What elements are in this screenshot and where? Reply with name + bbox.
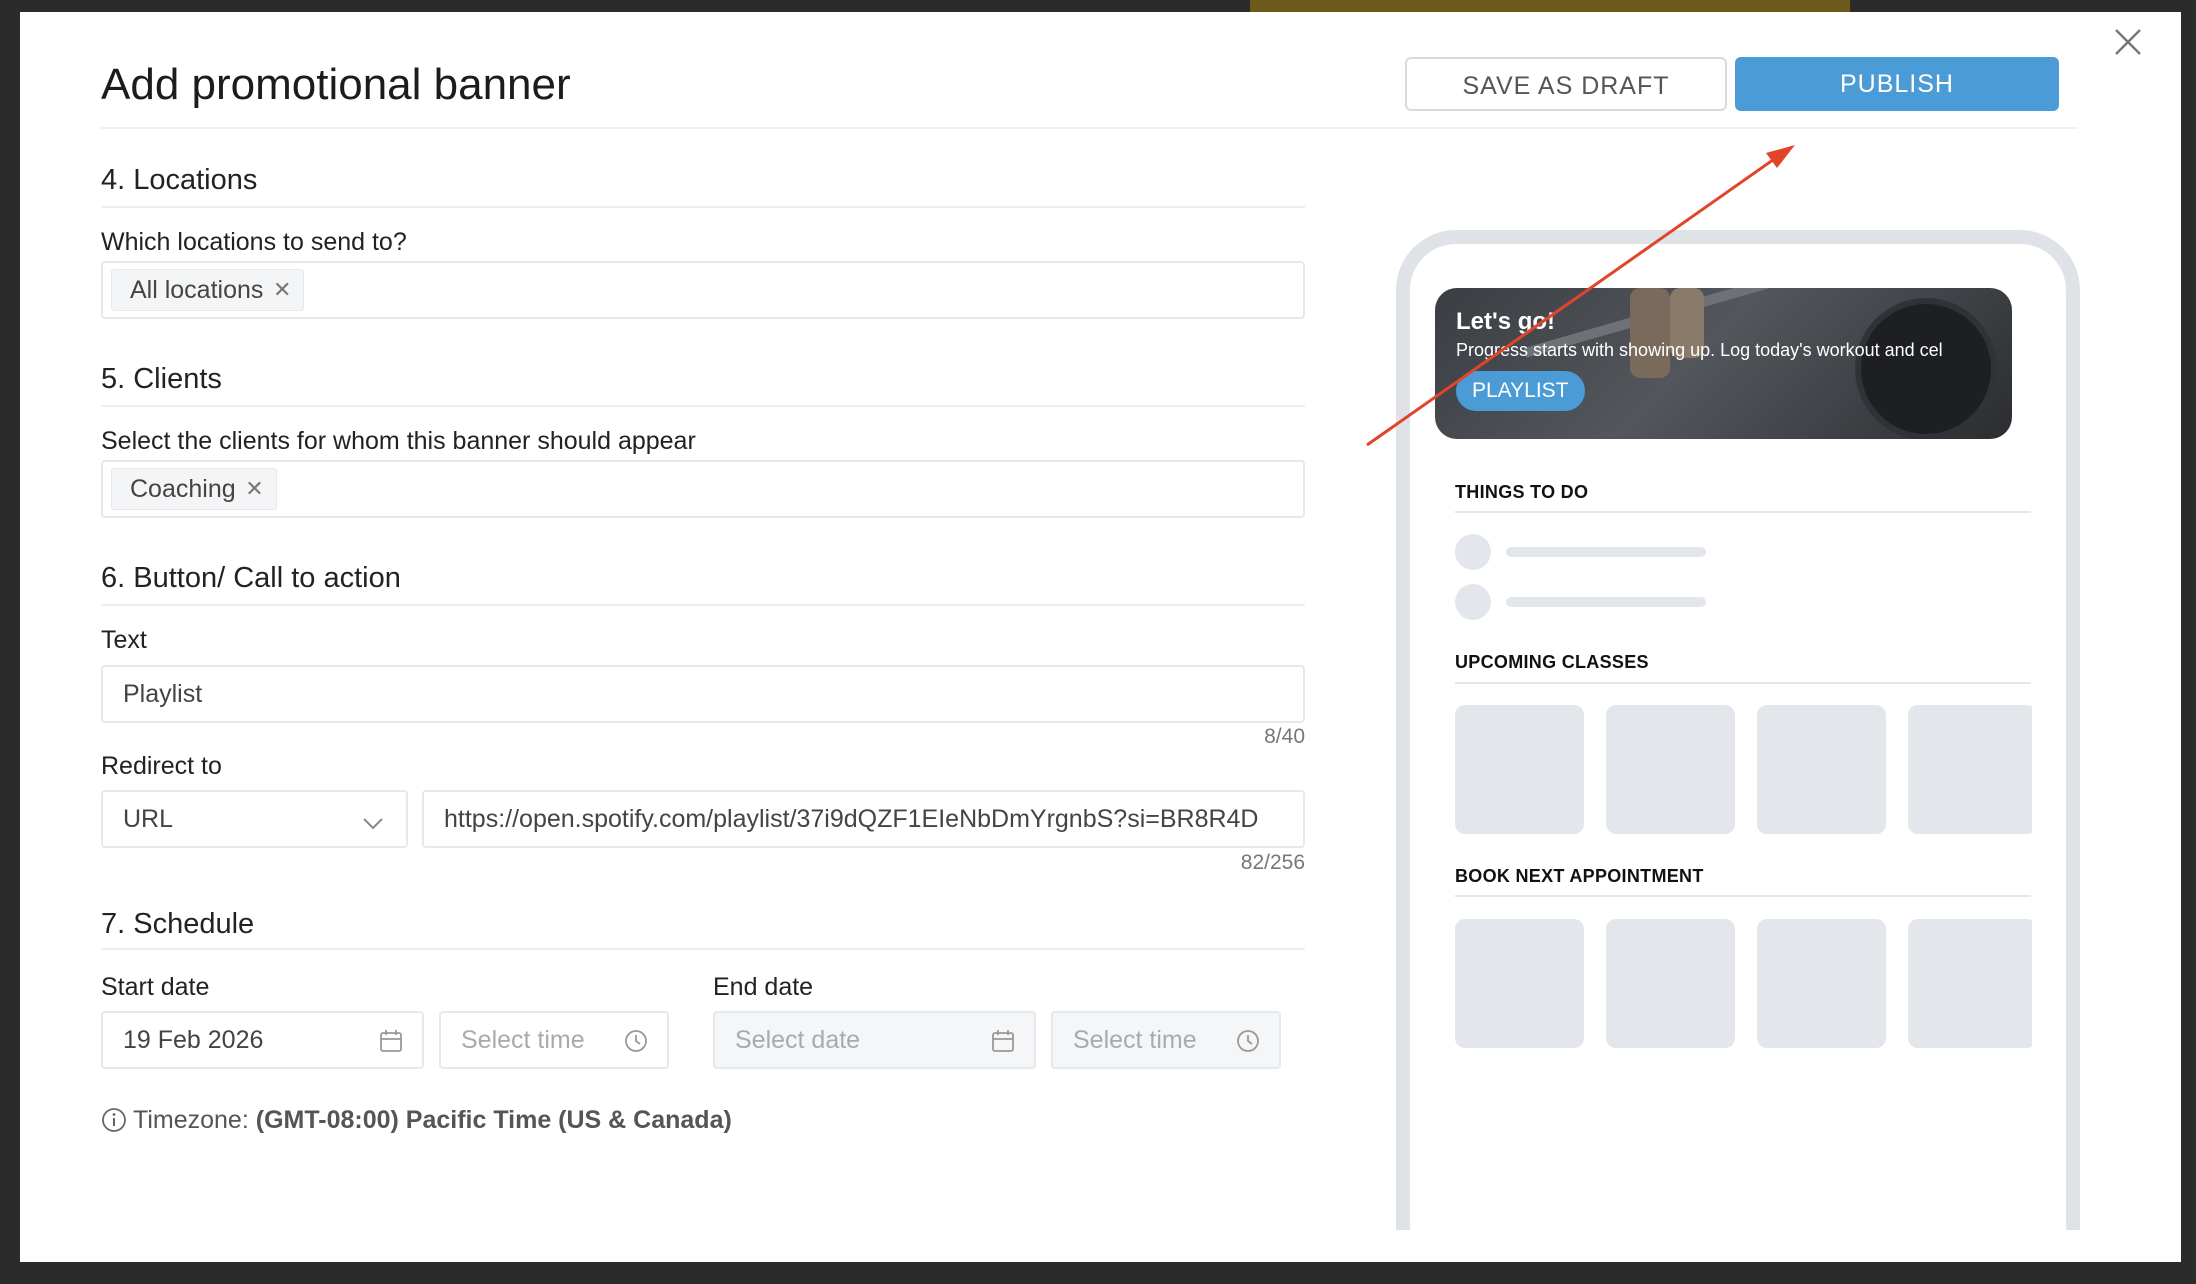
calendar-icon: [380, 1030, 402, 1052]
placeholder-card: [1757, 705, 1886, 834]
redirect-url-input[interactable]: https://open.spotify.com/playlist/37i9dQ…: [422, 790, 1305, 848]
preview-appointment-heading: BOOK NEXT APPOINTMENT: [1455, 866, 1704, 886]
section-divider: [101, 405, 1305, 407]
placeholder-card: [1455, 919, 1584, 1048]
cta-heading: 6. Button/ Call to action: [101, 562, 401, 594]
info-icon: [102, 1108, 126, 1132]
banner-image-figure: [1630, 288, 1670, 378]
banner-subtitle: Progress starts with showing up. Log tod…: [1456, 340, 1943, 360]
placeholder-avatar: [1455, 584, 1491, 620]
start-date-label: Start date: [101, 973, 210, 1001]
modal-title: Add promotional banner: [101, 60, 571, 109]
cta-text-label: Text: [101, 626, 147, 654]
header-divider: [101, 127, 2078, 129]
redirect-label: Redirect to: [101, 752, 222, 780]
clock-icon: [625, 1030, 647, 1052]
cta-text-input[interactable]: Playlist: [101, 665, 1305, 723]
start-date-picker[interactable]: 19 Feb 2026: [101, 1011, 424, 1069]
end-date-picker[interactable]: Select date: [713, 1011, 1036, 1069]
cta-text-counter: 8/40: [1264, 725, 1305, 748]
tag-label: All locations: [130, 276, 264, 304]
placeholder-card: [1757, 919, 1886, 1048]
timezone-prefix: Timezone:: [133, 1106, 249, 1134]
placeholder-line: [1506, 547, 1706, 557]
start-time-picker[interactable]: Select time: [439, 1011, 669, 1069]
end-date-label: End date: [713, 973, 814, 1001]
end-time-picker[interactable]: Select time: [1051, 1011, 1281, 1069]
remove-tag-icon[interactable]: ✕: [245, 469, 263, 509]
preview-classes-heading: UPCOMING CLASSES: [1455, 652, 1649, 672]
section-divider: [101, 604, 1305, 606]
publish-button[interactable]: PUBLISH: [1735, 57, 2059, 111]
banner-image-plate: [1855, 298, 1997, 439]
redirect-type-value: URL: [123, 805, 174, 833]
tag-coaching: Coaching ✕: [111, 468, 277, 510]
placeholder-avatar: [1455, 534, 1491, 570]
appointment-cards-row: [1455, 919, 2032, 1049]
clients-select[interactable]: Coaching ✕: [101, 460, 1305, 518]
redirect-type-select[interactable]: URL: [101, 790, 408, 848]
locations-question: Which locations to send to?: [101, 228, 407, 256]
save-as-draft-button[interactable]: SAVE AS DRAFT: [1405, 57, 1727, 111]
placeholder-line: [1506, 597, 1706, 607]
close-icon[interactable]: [2108, 22, 2148, 62]
tag-label: Coaching: [130, 475, 236, 503]
calendar-icon: [992, 1030, 1014, 1052]
redirect-url-value: https://open.spotify.com/playlist/37i9dQ…: [444, 805, 1259, 833]
clients-question: Select the clients for whom this banner …: [101, 427, 696, 455]
section-divider: [101, 948, 1305, 950]
start-date-value: 19 Feb 2026: [123, 1026, 264, 1054]
preview-divider: [1455, 682, 2031, 684]
clients-heading: 5. Clients: [101, 363, 222, 395]
class-cards-row: [1455, 705, 2032, 835]
placeholder-card: [1606, 705, 1735, 834]
clock-icon: [1237, 1030, 1259, 1052]
remove-tag-icon[interactable]: ✕: [273, 270, 291, 310]
schedule-heading: 7. Schedule: [101, 908, 255, 940]
tag-all-locations: All locations ✕: [111, 269, 305, 311]
backdrop: [1250, 0, 1850, 12]
placeholder-card: [1908, 705, 2032, 834]
placeholder-card: [1606, 919, 1735, 1048]
placeholder-card: [1455, 705, 1584, 834]
preview-divider: [1455, 511, 2031, 513]
locations-heading: 4. Locations: [101, 164, 258, 196]
banner-cta-button: PLAYLIST: [1456, 371, 1585, 411]
banner-title: Let's go!: [1456, 308, 1556, 335]
placeholder-card: [1908, 919, 2032, 1048]
url-counter: 82/256: [1240, 851, 1305, 874]
timezone-note: Timezone: (GMT-08:00) Pacific Time (US &…: [101, 1106, 732, 1135]
preview-divider: [1455, 895, 2031, 897]
chevron-down-icon: [363, 818, 383, 830]
section-divider: [101, 206, 1305, 208]
cta-text-value: Playlist: [123, 680, 203, 708]
start-time-placeholder: Select time: [461, 1026, 585, 1054]
timezone-value: (GMT-08:00) Pacific Time (US & Canada): [255, 1106, 732, 1134]
preview-things-heading: THINGS TO DO: [1455, 482, 1589, 502]
end-time-placeholder: Select time: [1073, 1026, 1197, 1054]
end-date-placeholder: Select date: [735, 1026, 861, 1054]
preview-banner: Let's go! Progress starts with showing u…: [1435, 288, 2012, 439]
locations-select[interactable]: All locations ✕: [101, 261, 1305, 319]
